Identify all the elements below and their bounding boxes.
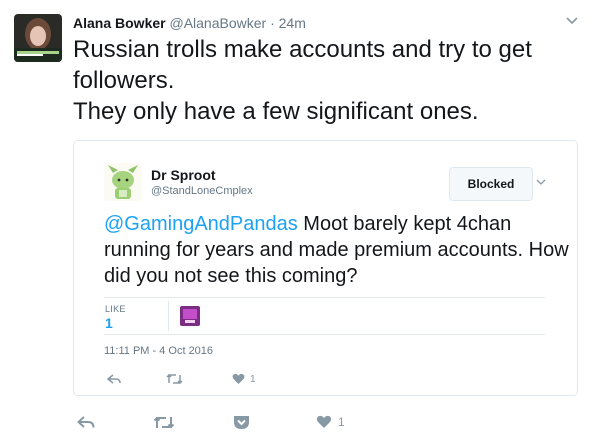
tweet-text: Russian trolls make accounts and try to … xyxy=(73,34,573,127)
tweet-timestamp[interactable]: 24m xyxy=(279,15,306,31)
like-stat-count[interactable]: 1 xyxy=(105,315,113,331)
like-stat-label: LIKE xyxy=(105,304,126,314)
quoted-reply-button[interactable] xyxy=(107,371,121,387)
quoted-like-count: 1 xyxy=(250,373,256,385)
tweet-text-line-1: Russian trolls make accounts and try to … xyxy=(73,36,532,94)
retweet-button[interactable] xyxy=(153,412,175,432)
stats-divider-bottom xyxy=(104,334,545,335)
quoted-author-name[interactable]: Dr Sproot xyxy=(151,167,216,183)
retweet-icon xyxy=(166,373,183,385)
quoted-author-avatar[interactable] xyxy=(104,163,142,201)
quoted-tweet-date[interactable]: 11:11 PM - 4 Oct 2016 xyxy=(104,345,213,357)
author-handle[interactable]: @AlanaBowker xyxy=(169,15,266,31)
reply-icon xyxy=(77,415,95,430)
quoted-tweet-text: @GamingAndPandas Moot barely kept 4chan … xyxy=(104,211,574,289)
tweet-card: Alana Bowker @AlanaBowker · 24m Russian … xyxy=(0,0,594,446)
reply-icon xyxy=(107,373,121,385)
blocked-button[interactable]: Blocked xyxy=(449,167,533,201)
like-count: 1 xyxy=(338,415,345,429)
quoted-tweet[interactable]: Dr Sproot @StandLoneCmplex Blocked @Gami… xyxy=(73,140,578,396)
mention-link[interactable]: @GamingAndPandas xyxy=(104,213,298,235)
retweet-icon xyxy=(153,415,175,430)
like-button[interactable]: 1 xyxy=(316,412,345,432)
author-name[interactable]: Alana Bowker xyxy=(73,15,166,31)
quoted-like-button[interactable]: 1 xyxy=(232,371,256,387)
heart-icon xyxy=(232,373,245,385)
reply-button[interactable] xyxy=(77,412,95,432)
author-avatar[interactable] xyxy=(14,14,62,62)
stats-vertical-divider xyxy=(168,301,169,331)
heart-icon xyxy=(316,415,332,429)
tweet-text-line-2: They only have a few significant ones. xyxy=(73,98,479,125)
more-options-chevron-icon[interactable] xyxy=(565,16,579,26)
tweet-header: Alana Bowker @AlanaBowker · 24m xyxy=(73,14,306,32)
pocket-button[interactable] xyxy=(233,412,250,432)
header-separator: · xyxy=(270,15,275,31)
stats-divider-top xyxy=(104,297,545,298)
quoted-more-chevron-icon[interactable] xyxy=(536,179,546,186)
quoted-retweet-button[interactable] xyxy=(166,371,183,387)
pocket-icon xyxy=(233,415,250,430)
quoted-author-handle[interactable]: @StandLoneCmplex xyxy=(151,185,253,197)
liker-avatar[interactable] xyxy=(180,306,200,326)
